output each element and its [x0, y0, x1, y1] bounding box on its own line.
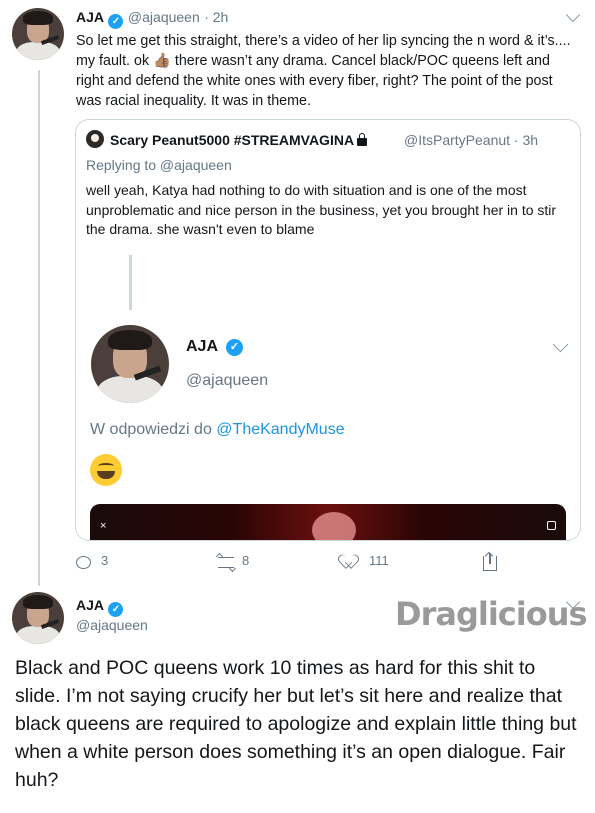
tweet-header: AJA ✓ @ajaqueen · 2h [76, 9, 228, 29]
retweet-count: 8 [242, 553, 250, 568]
tweet-text: So let me get this straight, there’s a v… [76, 33, 571, 109]
quoted-tweet-card[interactable]: Scary Peanut5000 #STREAMVAGINA @ItsParty… [75, 119, 581, 541]
video-thumbnail: × [90, 504, 566, 540]
quoted-author-handle: @ItsPartyPeanut · 3h [404, 132, 539, 148]
screenshot-author-handle: @ajaqueen [186, 372, 269, 389]
quoted-tweet-text: well yeah, Katya had nothing to do with … [86, 182, 557, 237]
retweet-icon[interactable] [218, 557, 234, 568]
chevron-down-icon [552, 336, 569, 353]
watermark-logo: Draglicious [395, 595, 588, 633]
verified-badge-icon: ✓ [226, 339, 243, 356]
close-icon: × [100, 520, 107, 532]
tweet-text: Black and POC queens work 10 times as ha… [15, 657, 577, 791]
avatar[interactable] [12, 8, 64, 60]
author-name[interactable]: AJA [76, 9, 104, 25]
tweet-time[interactable]: · 2h [204, 9, 228, 25]
heart-icon[interactable] [342, 555, 358, 570]
avatar [91, 325, 169, 403]
expand-icon [547, 521, 556, 530]
reply-icon[interactable] [76, 556, 91, 569]
screenshot-replying-to: W odpowiedzi do @TheKandyMuse [90, 421, 345, 438]
author-name[interactable]: AJA [76, 597, 104, 613]
avatar[interactable] [12, 592, 64, 644]
lock-icon [357, 133, 368, 146]
share-icon[interactable] [483, 553, 497, 571]
chevron-down-icon[interactable] [565, 7, 581, 23]
screenshot-author-name: AJA [186, 338, 219, 355]
avatar [86, 130, 104, 148]
verified-badge-icon: ✓ [108, 14, 124, 29]
author-handle[interactable]: @ajaqueen [76, 617, 148, 633]
reply-count: 3 [101, 553, 109, 568]
replying-to: Replying to @ajaqueen [86, 157, 232, 173]
grinning-face-emoji-icon [90, 454, 122, 486]
verified-badge-icon: ✓ [108, 602, 124, 617]
thread-line [129, 255, 132, 310]
quoted-author-name: Scary Peanut5000 #STREAMVAGINA [110, 132, 368, 148]
author-handle[interactable]: @ajaqueen [128, 9, 200, 25]
thread-line [38, 70, 40, 586]
tweet-header: AJA ✓ [76, 597, 124, 617]
like-count: 111 [369, 553, 389, 568]
